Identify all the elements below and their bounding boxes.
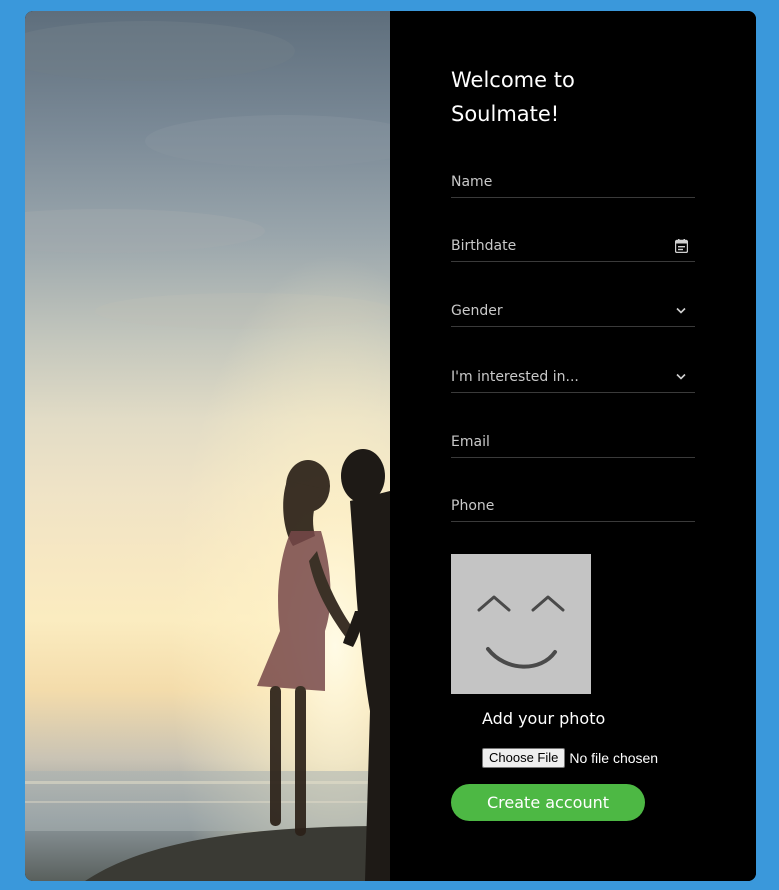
file-status-text: No file chosen — [569, 750, 659, 766]
phone-field[interactable]: Phone — [451, 492, 695, 522]
name-field-placeholder: Name — [451, 173, 493, 190]
birthdate-field-placeholder: Birthdate — [451, 237, 517, 254]
create-account-button[interactable]: Create account — [451, 784, 645, 821]
interested-in-select[interactable]: I'm interested in... — [451, 363, 695, 393]
chevron-down-icon — [673, 369, 689, 385]
gender-select[interactable]: Gender — [451, 297, 695, 327]
birthdate-field[interactable]: Birthdate — [451, 232, 695, 262]
name-field[interactable]: Name — [451, 168, 695, 198]
phone-field-placeholder: Phone — [451, 497, 495, 514]
photo-file-input: Choose File No file chosen — [482, 748, 658, 768]
gender-select-value: Gender — [451, 302, 503, 319]
title-line-2: Soulmate! — [451, 102, 560, 126]
title-line-1: Welcome to — [451, 68, 575, 92]
signup-form-panel: Welcome to Soulmate! Name Birthdate Gend… — [390, 11, 756, 881]
email-field[interactable]: Email — [451, 428, 695, 458]
interested-in-select-value: I'm interested in... — [451, 368, 579, 385]
page-title: Welcome to Soulmate! — [451, 63, 711, 131]
choose-file-button[interactable]: Choose File — [482, 748, 566, 768]
couple-sunset-photo — [25, 11, 390, 881]
chevron-down-icon — [673, 303, 689, 319]
calendar-icon[interactable] — [673, 238, 689, 254]
avatar-placeholder — [451, 554, 591, 694]
signup-card: Welcome to Soulmate! Name Birthdate Gend… — [25, 11, 756, 881]
email-field-placeholder: Email — [451, 433, 490, 450]
add-photo-label: Add your photo — [482, 709, 606, 728]
smiley-face-icon — [477, 595, 565, 669]
